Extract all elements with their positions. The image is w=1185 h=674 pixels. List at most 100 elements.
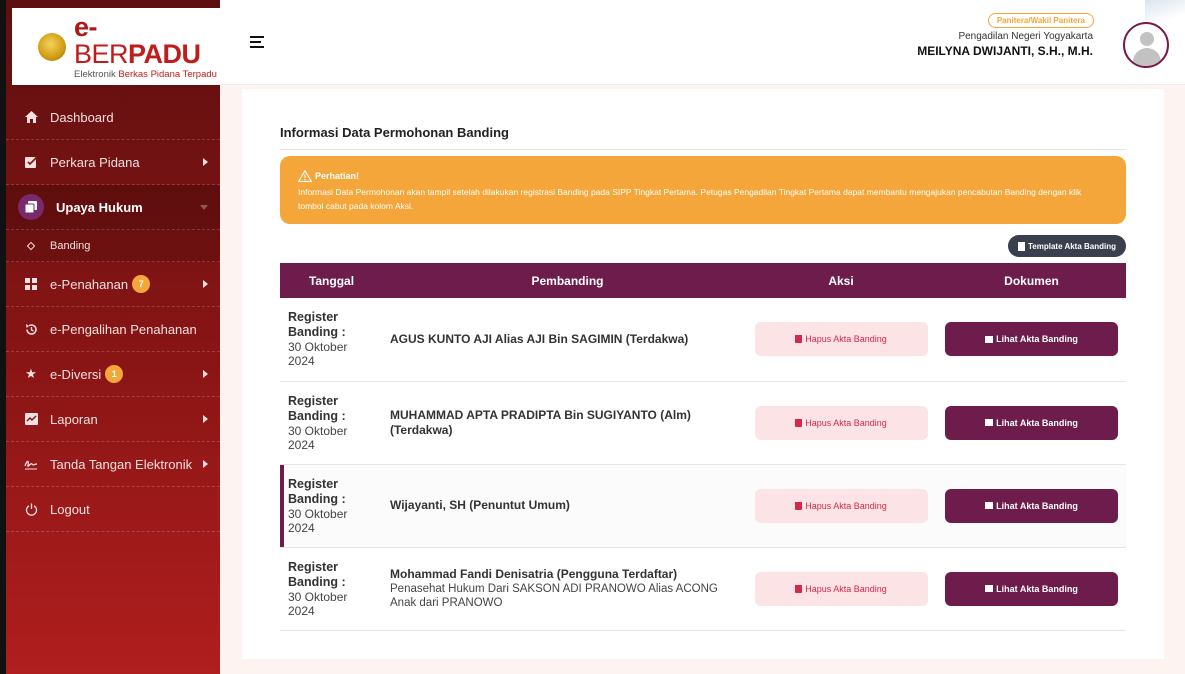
- file-icon: [1017, 241, 1025, 251]
- signature-icon: [24, 457, 38, 471]
- sidebar-item-label: e-Penahanan: [50, 276, 129, 292]
- divider: [280, 149, 1126, 150]
- register-label: Register Banding :: [288, 310, 346, 340]
- logo-wordmark: e-BERPADU: [74, 11, 201, 69]
- archive-icon: [985, 335, 994, 343]
- trash-icon: [795, 584, 803, 593]
- column-header-dokumen: Dokumen: [937, 263, 1126, 298]
- column-header-tanggal: Tanggal: [280, 263, 375, 298]
- template-akta-banding-button[interactable]: Template Akta Banding: [1007, 235, 1126, 257]
- sidebar-item-label: Tanda Tangan Elektronik: [50, 456, 193, 472]
- copy-icon: [18, 194, 44, 220]
- banding-table: Tanggal Pembanding Aksi Dokumen Register…: [280, 263, 1126, 631]
- pembanding-name: Mohammad Fandi Denisatria (Pengguna Terd…: [390, 567, 678, 581]
- content-card: Informasi Data Permohonan Banding Perhat…: [242, 89, 1164, 659]
- page-title: Informasi Data Permohonan Banding: [280, 125, 509, 140]
- sidebar-item-laporan[interactable]: Laporan: [6, 397, 220, 442]
- sidebar: e-BERPADU Elektronik Berkas Pidana Terpa…: [0, 0, 220, 674]
- register-date: 30 Oktober 2024: [288, 506, 348, 535]
- sidebar-item-tanda-tangan-elektronik[interactable]: Tanda Tangan Elektronik: [6, 442, 220, 487]
- lihat-akta-banding-button[interactable]: Lihat Akta Banding: [945, 488, 1118, 523]
- court-name: Pengadilan Negeri Yogyakarta: [958, 31, 1093, 42]
- count-badge: 1: [105, 365, 124, 383]
- sidebar-item-upaya-hukum[interactable]: Upaya Hukum: [6, 185, 220, 230]
- checkbox-edit-icon: [24, 155, 38, 169]
- trash-icon: [795, 418, 803, 427]
- pembanding-description: Penasehat Hukum Dari SAKSON ADI PRANOWO …: [390, 583, 718, 609]
- table-row: Register Banding :30 Oktober 2024 MUHAMM…: [280, 381, 1126, 465]
- logo-subtitle: Elektronik Berkas Pidana Terpadu: [74, 68, 217, 80]
- sidebar-item-label: Logout: [50, 501, 90, 517]
- power-icon: [24, 502, 38, 516]
- hapus-akta-banding-button[interactable]: Hapus Akta Banding: [754, 405, 928, 440]
- star-icon: ★: [25, 366, 37, 381]
- archive-icon: [985, 585, 994, 592]
- corner-decoration: [1145, 0, 1185, 22]
- sidebar-item-e-penahanan[interactable]: e-Penahanan 7: [6, 262, 220, 307]
- warning-icon: [298, 170, 312, 182]
- lihat-akta-banding-button[interactable]: Lihat Akta Banding: [945, 571, 1118, 606]
- hapus-akta-banding-button[interactable]: Hapus Akta Banding: [754, 322, 928, 357]
- role-badge: Panitera/Wakil Panitera: [987, 13, 1094, 28]
- lihat-akta-banding-button[interactable]: Lihat Akta Banding: [945, 322, 1118, 357]
- top-header: Panitera/Wakil Panitera Pengadilan Neger…: [220, 0, 1185, 85]
- diamond-icon: [26, 241, 36, 250]
- window-frame-left: [0, 0, 6, 674]
- alert-title: Perhatian!: [315, 171, 360, 181]
- caret-right-icon: [203, 370, 208, 378]
- hapus-akta-banding-button[interactable]: Hapus Akta Banding: [754, 488, 928, 523]
- sidebar-menu: Dashboard Perkara Pidana Upaya Hukum Ban…: [6, 95, 220, 532]
- sidebar-item-label: e-Pengalihan Penahanan: [50, 321, 197, 337]
- sidebar-item-label: Dashboard: [50, 109, 114, 125]
- column-header-aksi: Aksi: [745, 263, 937, 298]
- register-label: Register Banding :: [288, 559, 346, 589]
- table-row: Register Banding :30 Oktober 2024 Wijaya…: [280, 464, 1126, 548]
- report-chart-icon: [24, 412, 38, 426]
- register-label: Register Banding :: [288, 476, 346, 506]
- sidebar-item-label: e-Diversi: [50, 366, 102, 382]
- archive-icon: [985, 502, 994, 509]
- register-date: 30 Oktober 2024: [288, 589, 348, 618]
- court-emblem-icon: [38, 32, 66, 61]
- user-name: MEILYNA DWIJANTI, S.H., M.H.: [917, 44, 1093, 58]
- caret-right-icon: [203, 280, 208, 288]
- home-icon: [24, 110, 38, 124]
- sidebar-item-logout[interactable]: Logout: [6, 487, 220, 532]
- trash-icon: [795, 501, 803, 510]
- hapus-akta-banding-button[interactable]: Hapus Akta Banding: [754, 571, 928, 606]
- pembanding-name: Wijayanti, SH (Penuntut Umum): [390, 498, 570, 512]
- table-row: Register Banding :30 Oktober 2024 Mohamm…: [280, 547, 1126, 631]
- alert-text: Informasi Data Permohonan akan tampil se…: [298, 187, 1082, 211]
- sidebar-item-label: Perkara Pidana: [50, 154, 140, 170]
- sidebar-subitem-banding[interactable]: Banding: [6, 230, 220, 262]
- hamburger-menu-icon[interactable]: [250, 36, 264, 48]
- grid-icon: [24, 277, 38, 291]
- table-row: Register Banding :30 Oktober 2024 AGUS K…: [280, 298, 1126, 382]
- pembanding-name: MUHAMMAD APTA PRADIPTA Bin SUGIYANTO (Al…: [390, 407, 691, 437]
- caret-right-icon: [203, 415, 208, 423]
- table-header-row: Tanggal Pembanding Aksi Dokumen: [280, 263, 1126, 298]
- avatar[interactable]: [1123, 22, 1169, 68]
- sidebar-item-label: Laporan: [50, 411, 98, 427]
- sidebar-item-perkara-pidana[interactable]: Perkara Pidana: [6, 140, 220, 185]
- trash-icon: [795, 335, 803, 344]
- register-date: 30 Oktober 2024: [288, 423, 348, 452]
- app-logo[interactable]: e-BERPADU Elektronik Berkas Pidana Terpa…: [12, 8, 220, 85]
- count-badge: 7: [132, 275, 151, 293]
- history-icon: [24, 322, 38, 336]
- caret-right-icon: [203, 158, 208, 166]
- caret-right-icon: [203, 460, 208, 468]
- column-header-pembanding: Pembanding: [375, 263, 745, 298]
- archive-icon: [985, 419, 994, 426]
- warning-alert: Perhatian! Informasi Data Permohonan aka…: [280, 156, 1126, 224]
- sidebar-item-e-pengalihan-penahanan[interactable]: e-Pengalihan Penahanan: [6, 307, 220, 352]
- register-label: Register Banding :: [288, 393, 346, 423]
- sidebar-item-e-diversi[interactable]: ★ e-Diversi 1: [6, 352, 220, 397]
- sidebar-item-dashboard[interactable]: Dashboard: [6, 95, 220, 140]
- lihat-akta-banding-button[interactable]: Lihat Akta Banding: [945, 405, 1118, 440]
- sidebar-subitem-label: Banding: [50, 239, 91, 252]
- register-date: 30 Oktober 2024: [288, 340, 348, 369]
- pembanding-name: AGUS KUNTO AJI Alias AJI Bin SAGIMIN (Te…: [390, 331, 689, 346]
- caret-down-icon: [200, 205, 208, 210]
- sidebar-item-label: Upaya Hukum: [56, 199, 143, 215]
